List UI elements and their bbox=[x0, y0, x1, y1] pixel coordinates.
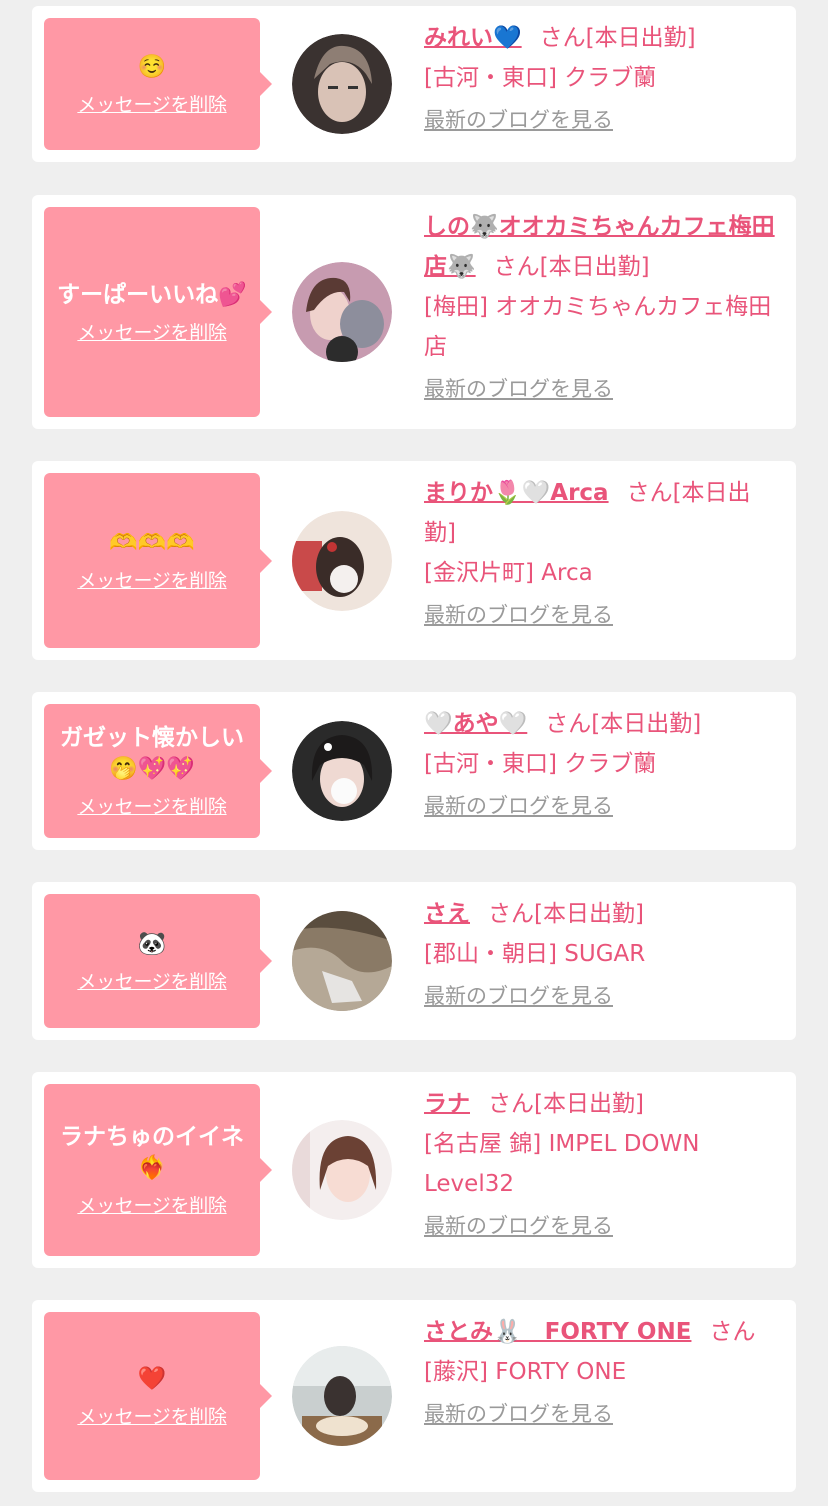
latest-blog-link[interactable]: 最新のブログを見る bbox=[424, 1212, 782, 1240]
avatar[interactable] bbox=[292, 1120, 392, 1220]
message-text: ☺️ bbox=[137, 53, 167, 80]
girl-status: さん[本日出勤] bbox=[493, 254, 650, 280]
message-text: 🐼 bbox=[137, 930, 167, 957]
girl-status: さん[本日出勤] bbox=[488, 1091, 644, 1117]
girl-info: しの🐺オオカミちゃんカフェ梅田店🐺 さん[本日出勤] [梅田] オオカミちゃんカフ… bbox=[424, 207, 782, 403]
latest-blog-link[interactable]: 最新のブログを見る bbox=[424, 1400, 782, 1428]
girl-info: まりか🌷🤍Arca さん[本日出勤] [金沢片町] Arca 最新のブログを見る bbox=[424, 473, 782, 629]
girl-name-link[interactable]: さとみ🐰 FORTY ONE bbox=[424, 1319, 691, 1345]
message-bubble: ❤️ メッセージを削除 bbox=[44, 1312, 272, 1480]
message-text: すーぱーいいね💕 bbox=[57, 281, 247, 308]
shop-info: [名古屋 錦] IMPEL DOWN Level32 bbox=[424, 1131, 700, 1197]
list-item: 🫶🫶🫶 メッセージを削除 まりか🌷🤍Arca さん[本日出勤] [金沢片町] Ar… bbox=[32, 461, 796, 660]
message-bubble: ラナちゅのイイネ❤️‍🔥 メッセージを削除 bbox=[44, 1084, 272, 1256]
girl-info: 🤍あや🤍 さん[本日出勤] [古河・東口] クラブ蘭 最新のブログを見る bbox=[424, 704, 782, 820]
girl-info: さとみ🐰 FORTY ONE さん [藤沢] FORTY ONE 最新のブログを見… bbox=[424, 1312, 782, 1428]
delete-message-link[interactable]: メッセージを削除 bbox=[77, 93, 227, 117]
delete-message-link[interactable]: メッセージを削除 bbox=[77, 970, 227, 994]
latest-blog-link[interactable]: 最新のブログを見る bbox=[424, 982, 782, 1010]
latest-blog-link[interactable]: 最新のブログを見る bbox=[424, 601, 782, 629]
girl-status: さん[本日出勤] bbox=[545, 711, 702, 737]
message-bubble: ガゼット懐かしい🤭💖💖 メッセージを削除 bbox=[44, 704, 272, 838]
list-item: ☺️ メッセージを削除 みれい💙 さん[本日出勤] [古河・東口] クラブ蘭 最新… bbox=[32, 6, 796, 162]
delete-message-link[interactable]: メッセージを削除 bbox=[77, 795, 227, 819]
latest-blog-link[interactable]: 最新のブログを見る bbox=[424, 792, 782, 820]
avatar[interactable] bbox=[292, 510, 392, 611]
girl-info: みれい💙 さん[本日出勤] [古河・東口] クラブ蘭 最新のブログを見る bbox=[424, 18, 782, 134]
avatar[interactable] bbox=[292, 911, 392, 1011]
latest-blog-link[interactable]: 最新のブログを見る bbox=[424, 106, 782, 134]
message-text: ❤️ bbox=[137, 1365, 167, 1392]
latest-blog-link[interactable]: 最新のブログを見る bbox=[424, 375, 782, 403]
message-bubble: すーぱーいいね💕 メッセージを削除 bbox=[44, 207, 272, 417]
girl-info: さえ さん[本日出勤] [郡山・朝日] SUGAR 最新のブログを見る bbox=[424, 894, 782, 1010]
message-bubble: 🐼 メッセージを削除 bbox=[44, 894, 272, 1028]
shop-info: [藤沢] FORTY ONE bbox=[424, 1359, 627, 1385]
delete-message-link[interactable]: メッセージを削除 bbox=[77, 321, 227, 345]
message-bubble: ☺️ メッセージを削除 bbox=[44, 18, 272, 150]
avatar[interactable] bbox=[292, 1346, 392, 1446]
shop-info: [梅田] オオカミちゃんカフェ梅田店 bbox=[424, 294, 772, 360]
girl-name-link[interactable]: さえ bbox=[424, 901, 470, 927]
shop-info: [郡山・朝日] SUGAR bbox=[424, 941, 646, 967]
girl-status: さん[本日出勤] bbox=[488, 901, 644, 927]
message-text: ガゼット懐かしい🤭💖💖 bbox=[60, 725, 244, 782]
girl-status: さん bbox=[709, 1319, 756, 1345]
girl-name-link[interactable]: みれい💙 bbox=[424, 25, 522, 51]
delete-message-link[interactable]: メッセージを削除 bbox=[77, 1405, 227, 1429]
girl-name-link[interactable]: まりか🌷🤍Arca bbox=[424, 480, 609, 506]
avatar[interactable] bbox=[292, 721, 392, 821]
message-text: ラナちゅのイイネ❤️‍🔥 bbox=[60, 1124, 244, 1181]
favorite-list: ☺️ メッセージを削除 みれい💙 さん[本日出勤] [古河・東口] クラブ蘭 最新… bbox=[0, 0, 828, 1506]
shop-info: [古河・東口] クラブ蘭 bbox=[424, 751, 657, 777]
message-text: 🫶🫶🫶 bbox=[109, 530, 195, 556]
list-item: 🐼 メッセージを削除 さえ さん[本日出勤] [郡山・朝日] SUGAR 最新のブ… bbox=[32, 882, 796, 1040]
girl-status: さん[本日出勤] bbox=[539, 25, 696, 51]
shop-info: [古河・東口] クラブ蘭 bbox=[424, 65, 657, 91]
delete-message-link[interactable]: メッセージを削除 bbox=[77, 1194, 227, 1218]
shop-info: [金沢片町] Arca bbox=[424, 560, 593, 586]
avatar[interactable] bbox=[292, 34, 392, 134]
list-item: すーぱーいいね💕 メッセージを削除 しの🐺オオカミちゃんカフェ梅田店🐺 さん[本日… bbox=[32, 195, 796, 429]
list-item: ラナちゅのイイネ❤️‍🔥 メッセージを削除 ラナ さん[本日出勤] [名古屋 錦]… bbox=[32, 1072, 796, 1268]
delete-message-link[interactable]: メッセージを削除 bbox=[77, 569, 227, 593]
message-bubble: 🫶🫶🫶 メッセージを削除 bbox=[44, 473, 272, 648]
list-item: ガゼット懐かしい🤭💖💖 メッセージを削除 🤍あや🤍 さん[本日出勤] [古河・東口… bbox=[32, 692, 796, 850]
girl-info: ラナ さん[本日出勤] [名古屋 錦] IMPEL DOWN Level32 最新… bbox=[424, 1084, 782, 1240]
avatar[interactable] bbox=[292, 262, 392, 362]
list-item: ❤️ メッセージを削除 さとみ🐰 FORTY ONE さん [藤沢] FORTY … bbox=[32, 1300, 796, 1492]
girl-name-link[interactable]: ラナ bbox=[424, 1091, 470, 1117]
girl-name-link[interactable]: 🤍あや🤍 bbox=[424, 711, 527, 737]
